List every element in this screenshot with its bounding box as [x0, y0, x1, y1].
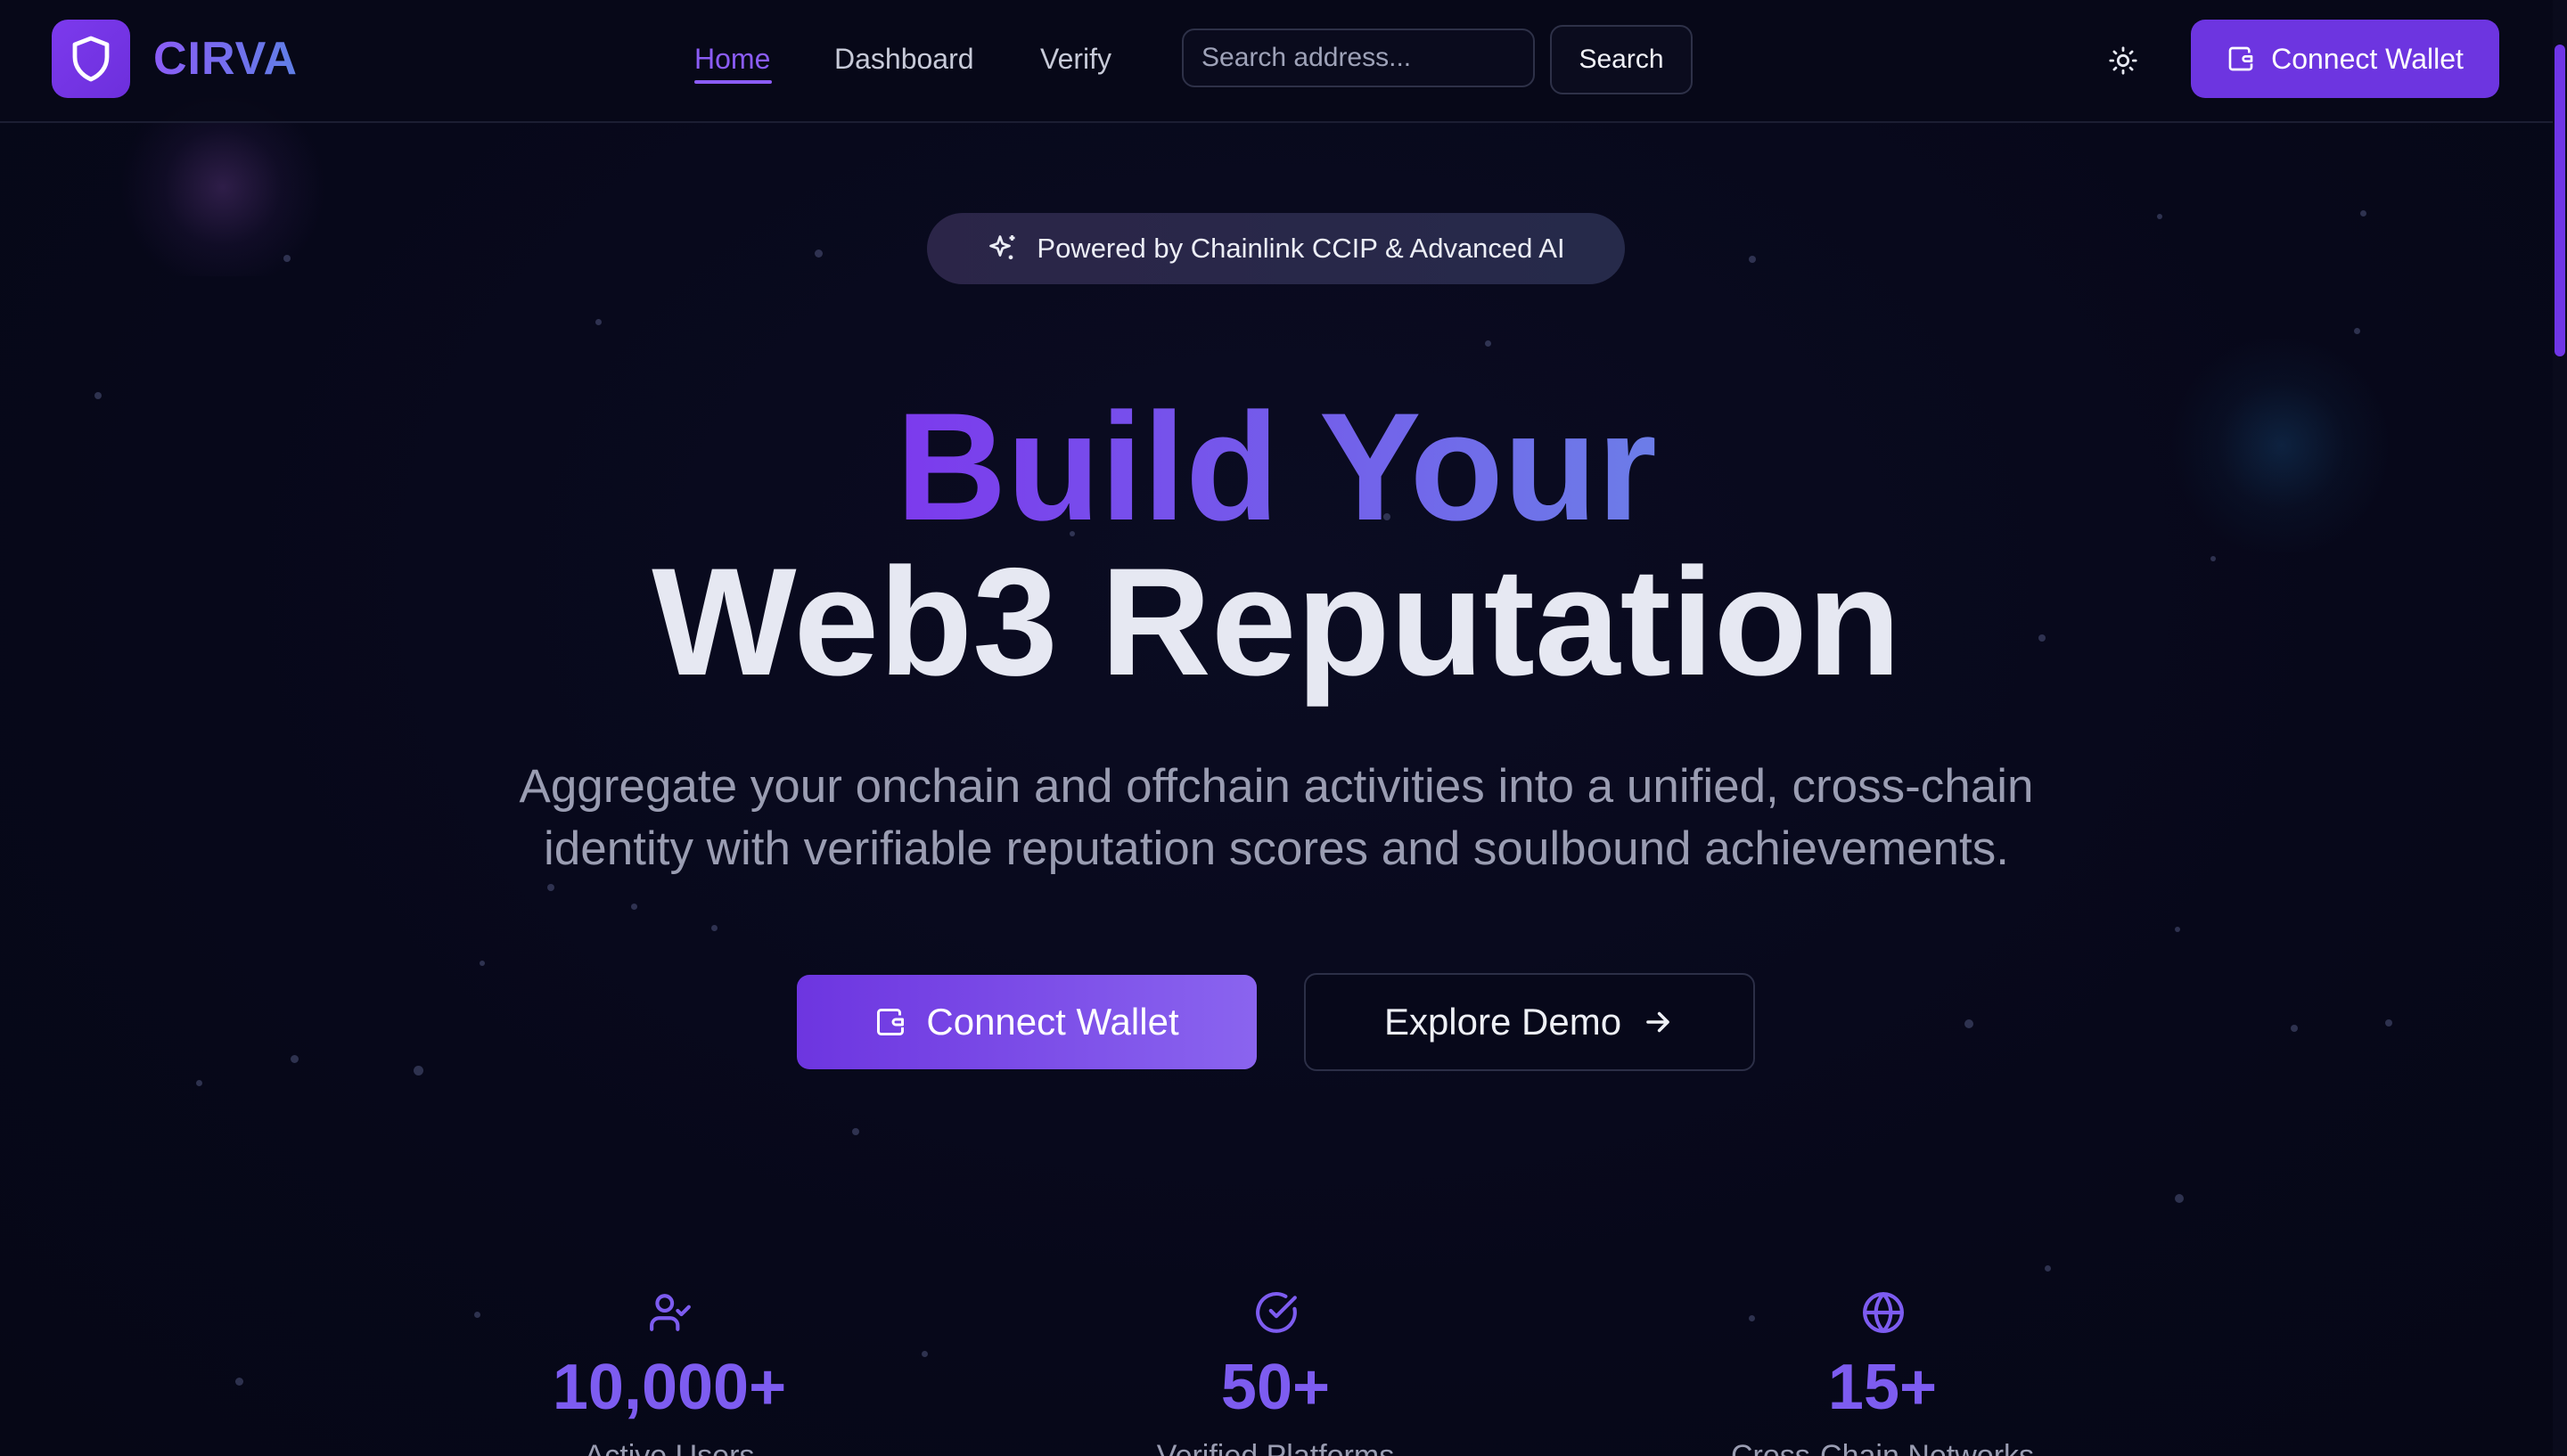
- particle: [2157, 214, 2162, 219]
- hero-badge: Powered by Chainlink CCIP & Advanced AI: [927, 213, 1625, 284]
- sun-icon: [2109, 46, 2137, 75]
- particle: [2175, 1194, 2184, 1203]
- hero-subtitle: Aggregate your onchain and offchain acti…: [383, 756, 2169, 880]
- brand-name[interactable]: CIRVA: [153, 32, 298, 86]
- hero-subtitle-line2: identity with verifiable reputation scor…: [544, 822, 2009, 875]
- particle: [2291, 1025, 2298, 1032]
- particle: [2360, 210, 2366, 217]
- particle: [1964, 1019, 1973, 1028]
- scrollbar-thumb[interactable]: [2555, 45, 2565, 356]
- nav-link-home[interactable]: Home: [694, 43, 770, 76]
- particle: [2175, 927, 2180, 932]
- brand-logo[interactable]: [52, 20, 130, 98]
- particle: [815, 249, 823, 258]
- theme-toggle-button[interactable]: [2104, 41, 2143, 80]
- user-check-icon: [650, 1294, 691, 1331]
- particle: [2385, 1019, 2392, 1027]
- hero-title-gradient-text: Build Your: [896, 381, 1657, 552]
- particle: [631, 904, 637, 910]
- explore-demo-button[interactable]: Explore Demo: [1304, 973, 1755, 1071]
- particle: [414, 1066, 423, 1076]
- particle: [283, 255, 291, 262]
- particle: [1485, 340, 1491, 347]
- search-button[interactable]: Search: [1550, 25, 1693, 94]
- particle: [711, 925, 718, 931]
- particle: [852, 1128, 859, 1135]
- globe-icon: [1863, 1292, 1904, 1333]
- wallet-icon: [2228, 46, 2253, 71]
- particle: [922, 1351, 928, 1357]
- stat-label: Verified Platforms: [1156, 1439, 1395, 1456]
- nav-link-verify[interactable]: Verify: [1040, 43, 1111, 76]
- stat-value: 50+: [1220, 1352, 1331, 1423]
- top-navbar: CIRVA Home Dashboard Verify Search Conne…: [0, 0, 2553, 123]
- stat-label: Active Users: [584, 1439, 755, 1456]
- particle: [547, 884, 554, 891]
- particle: [196, 1080, 202, 1086]
- hero-connect-wallet-button[interactable]: Connect Wallet: [797, 975, 1257, 1069]
- hero-subtitle-line1: Aggregate your onchain and offchain acti…: [519, 760, 2034, 813]
- hero-badge-text: Powered by Chainlink CCIP & Advanced AI: [1037, 233, 1565, 264]
- nav-active-indicator: [694, 80, 772, 84]
- header-connect-wallet-label: Connect Wallet: [2271, 42, 2464, 75]
- particle: [2045, 1265, 2051, 1272]
- nav-link-dashboard[interactable]: Dashboard: [834, 43, 974, 76]
- particle: [480, 961, 485, 966]
- header-connect-wallet-button[interactable]: Connect Wallet: [2191, 20, 2499, 98]
- search-input[interactable]: [1182, 29, 1535, 87]
- hero-connect-wallet-label: Connect Wallet: [926, 1001, 1179, 1043]
- wallet-icon: [877, 1009, 905, 1035]
- shield-icon: [72, 36, 110, 82]
- particle: [595, 319, 602, 325]
- arrow-right-icon: [1646, 1011, 1669, 1033]
- stat-value: 10,000+: [552, 1352, 787, 1423]
- background-glow-purple: [107, 98, 339, 276]
- stat-label: Cross-Chain Networks: [1730, 1439, 2035, 1456]
- hero-title-line2: Web3 Reputation: [652, 536, 1901, 708]
- hero-title-line1: Build Your: [0, 390, 2553, 544]
- check-circle-icon: [1256, 1292, 1297, 1333]
- particle: [1749, 1315, 1755, 1321]
- particle: [235, 1378, 243, 1386]
- particle: [2354, 328, 2360, 334]
- explore-demo-label: Explore Demo: [1383, 1001, 1622, 1043]
- particle: [474, 1312, 480, 1318]
- particle: [291, 1055, 299, 1063]
- page: CIRVA Home Dashboard Verify Search Conne…: [0, 0, 2567, 1456]
- stat-value: 15+: [1827, 1352, 1938, 1423]
- sparkles-icon: [989, 235, 1015, 259]
- particle: [1749, 256, 1756, 263]
- scrollbar[interactable]: [2553, 0, 2567, 1456]
